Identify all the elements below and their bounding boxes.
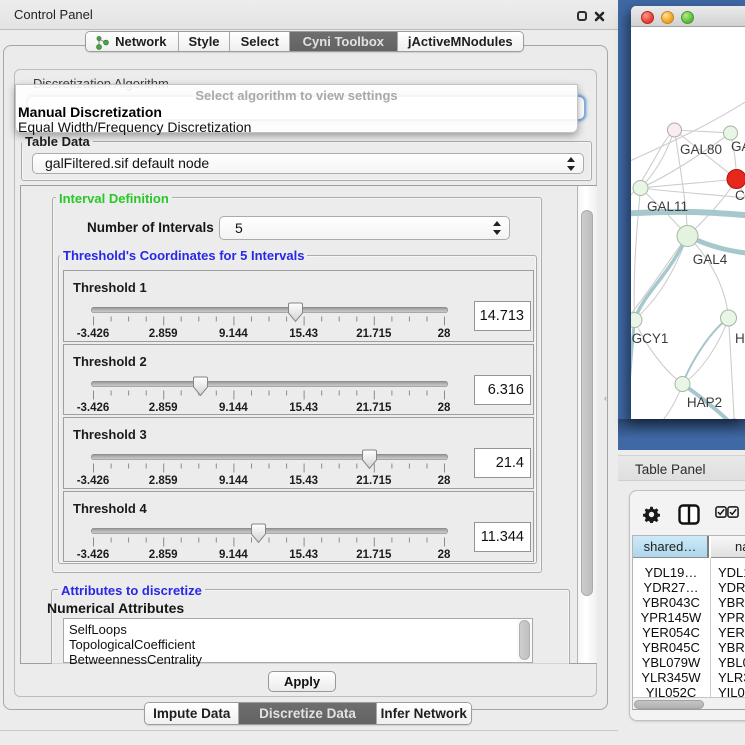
svg-text:GAL11: GAL11 bbox=[647, 199, 688, 214]
svg-text:GAL4: GAL4 bbox=[693, 252, 728, 267]
svg-text:H: H bbox=[735, 331, 745, 346]
svg-text:HAP2: HAP2 bbox=[687, 395, 722, 410]
svg-text:GCY1: GCY1 bbox=[632, 331, 669, 346]
svg-text:C: C bbox=[735, 188, 745, 203]
svg-text:GA: GA bbox=[731, 139, 745, 154]
svg-text:GAL80: GAL80 bbox=[680, 142, 722, 157]
